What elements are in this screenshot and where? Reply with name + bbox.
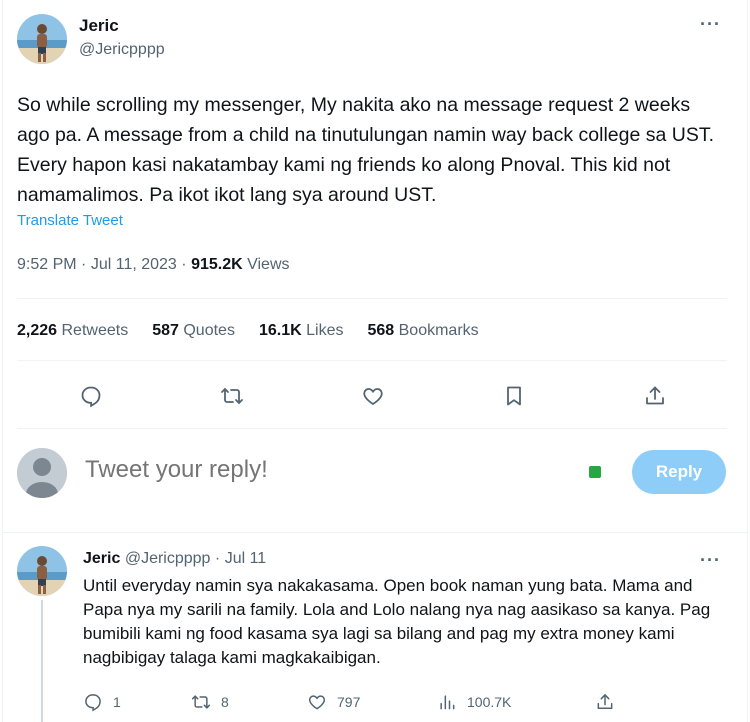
bookmarks-stat[interactable]: 568 Bookmarks [367, 322, 478, 340]
tweet-stats: 2,226 Retweets 587 Quotes 16.1K Likes 56… [17, 322, 479, 340]
reply-date[interactable]: Jul 11 [225, 550, 267, 567]
reply-separator: · [214, 550, 221, 567]
views-count: 915.2K [191, 256, 243, 273]
meta-separator: · [181, 256, 192, 273]
reply-more-dots-icon[interactable]: ··· [700, 550, 721, 571]
retweets-label: Retweets [61, 322, 129, 339]
author-name[interactable]: Jeric [79, 16, 165, 36]
retweets-stat[interactable]: 2,226 Retweets [17, 322, 128, 340]
reply-author-avatar[interactable] [17, 546, 67, 596]
reply-retweets-count: 8 [221, 694, 229, 710]
tweet-text: So while scrolling my messenger, My naki… [17, 94, 714, 206]
likes-stat[interactable]: 16.1K Likes [259, 322, 344, 340]
section-divider [3, 532, 749, 533]
reply-input[interactable] [85, 456, 505, 484]
quotes-count: 587 [152, 322, 179, 339]
reply-views-action[interactable]: 100.7K [437, 692, 511, 712]
status-indicator [589, 466, 601, 478]
likes-label: Likes [306, 322, 344, 339]
translate-tweet-link[interactable]: Translate Tweet [17, 212, 123, 229]
share-icon[interactable] [637, 378, 673, 414]
meta-separator: · [81, 256, 91, 273]
reply-views-count: 100.7K [467, 694, 512, 710]
likes-count: 16.1K [258, 322, 302, 339]
tweet-time[interactable]: 9:52 PM [17, 256, 77, 273]
reply-icon [85, 694, 101, 712]
author-block: Jeric @Jericpppp [79, 16, 165, 60]
bookmarks-label: Bookmarks [398, 322, 479, 339]
reply-button[interactable]: Reply [632, 450, 726, 494]
tweet-action-bar [3, 378, 749, 414]
retweets-count: 2,226 [17, 322, 58, 339]
bookmarks-count: 568 [367, 322, 395, 339]
reply-text: Until everyday namin sya nakakasama. Ope… [83, 576, 711, 667]
retweet-icon[interactable] [214, 378, 250, 414]
views-chart-icon [440, 695, 455, 710]
like-icon[interactable] [355, 378, 391, 414]
tweet-meta: 9:52 PM · Jul 11, 2023 · 915.2K Views [17, 256, 290, 274]
reply-action-bar: 1 8 797 100.7K [83, 692, 643, 718]
author-avatar[interactable] [17, 14, 67, 64]
reply-author-handle[interactable]: @Jericpppp [125, 550, 211, 567]
reply-icon[interactable] [73, 378, 109, 414]
views-label: Views [247, 256, 290, 273]
reply-replies-count: 1 [113, 694, 121, 710]
reply-header: Jeric @Jericpppp · Jul 11 [83, 550, 266, 568]
quotes-stat[interactable]: 587 Quotes [152, 322, 235, 340]
retweet-icon [191, 695, 211, 709]
quotes-label: Quotes [183, 322, 235, 339]
reply-like-action[interactable]: 797 [307, 692, 360, 712]
tweet-detail-panel: Jeric @Jericpppp ··· So while scrolling … [2, 0, 749, 722]
reply-reply-action[interactable]: 1 [83, 692, 121, 712]
reply-author-name[interactable]: Jeric [83, 550, 120, 567]
tweet-date[interactable]: Jul 11, 2023 [91, 256, 177, 273]
more-dots-icon[interactable]: ··· [700, 14, 721, 35]
like-icon [308, 695, 326, 710]
reply-share-action[interactable] [595, 692, 615, 712]
author-handle[interactable]: @Jericpppp [79, 40, 165, 60]
divider [17, 428, 727, 429]
divider [17, 298, 727, 299]
bookmark-icon[interactable] [496, 378, 532, 414]
thread-line [41, 600, 43, 722]
reply-likes-count: 797 [337, 694, 361, 710]
user-avatar[interactable] [17, 448, 67, 498]
reply-retweet-action[interactable]: 8 [191, 692, 229, 712]
share-icon [597, 694, 613, 709]
divider [17, 360, 727, 361]
